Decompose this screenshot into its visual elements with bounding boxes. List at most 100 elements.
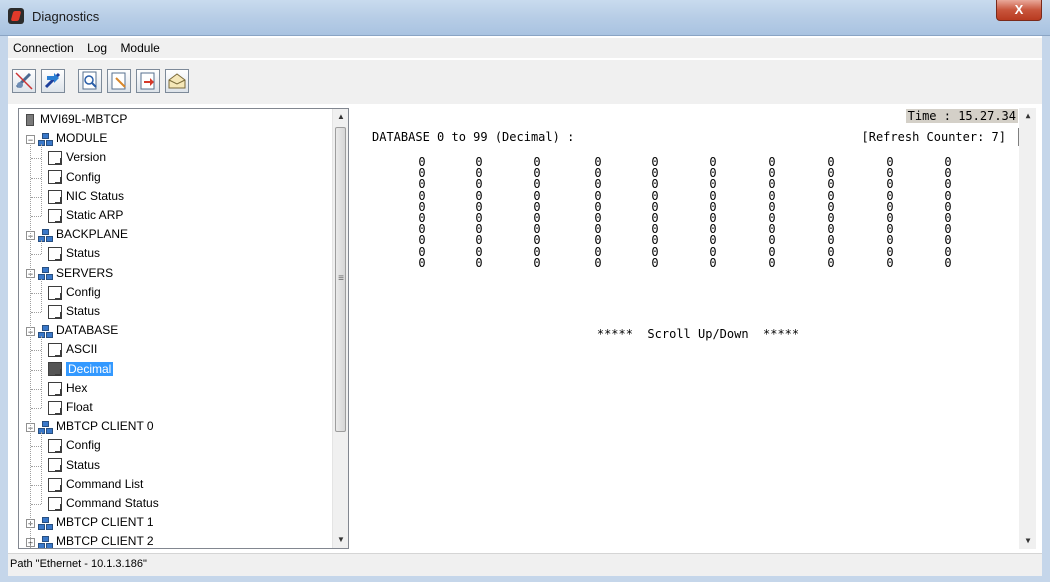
close-button[interactable]: X [996,0,1042,21]
document-icon [48,151,62,166]
document-icon [48,400,62,415]
tree-connector [31,408,41,409]
tree-item[interactable]: Version [31,148,107,167]
tree-item-label: Status [66,304,101,318]
tree-item[interactable]: Status [31,456,100,475]
title-bar[interactable]: Diagnostics X [0,0,1050,36]
find-button[interactable] [78,69,102,93]
document-icon [48,496,62,511]
print-button[interactable] [165,69,189,93]
tree-item-label: Hex [66,380,88,395]
tree-connector [31,369,41,371]
status-bar: Path "Ethernet - 10.1.3.186" [8,553,1042,576]
tree-item-label: Command Status [66,496,159,510]
app-icon [8,8,24,24]
time-display: Time : 15.27.34 [905,109,1018,123]
disconnect-icon [15,72,33,90]
tree-connector [31,158,41,160]
module-tree[interactable]: ▲ ≡ ▼ MVI69L-MBTCP − MODULE Version Config NI… [18,108,349,549]
tree-connector [41,144,42,216]
collapse-icon[interactable]: − [26,134,35,144]
main-scroll-down-icon[interactable]: ▼ [1020,533,1036,549]
menu-module[interactable]: Module [115,38,164,58]
tree-item[interactable]: − MBTCP CLIENT 0 [26,417,154,436]
print-icon [168,73,186,89]
tree-item-label: MBTCP CLIENT 0 [56,419,154,434]
database-cell: 0 [651,255,659,270]
tree-connector [31,388,41,390]
scroll-up-icon[interactable]: ▲ [333,109,348,125]
tree-item[interactable]: − MODULE [26,129,107,148]
network-node-icon [38,535,53,548]
database-cell: 0 [944,255,952,270]
network-node-icon [38,516,53,530]
tree-connector [30,143,31,548]
connect-button[interactable] [41,69,65,93]
save-log-icon [140,72,155,90]
disconnect-button[interactable] [12,69,36,93]
tree-connector [31,504,41,505]
document-icon [48,189,62,204]
tree-item[interactable]: Hex [31,379,88,398]
tree-connector [31,446,41,448]
tree-item[interactable]: + MBTCP CLIENT 2 [26,532,154,548]
tree-item[interactable]: Command List [31,475,144,494]
document-icon [48,381,62,396]
tree-item[interactable]: Static ARP [31,206,124,225]
tree-connector [31,484,41,486]
tree-connector [31,312,41,313]
document-icon [48,458,62,473]
database-title: DATABASE 0 to 99 (Decimal) : [372,130,575,144]
tree-item-label: MBTCP CLIENT 1 [56,515,154,530]
tree-item[interactable]: Status [31,244,101,263]
document-icon [48,247,62,262]
tree-item[interactable]: − SERVERS [26,264,113,283]
main-scrollbar[interactable]: ▲ ▼ [1019,108,1036,549]
tree-item-label: Decimal [66,361,114,376]
tree-connector [31,196,41,198]
new-log-button[interactable] [107,69,131,93]
connection-path: Path "Ethernet - 10.1.3.186" [10,558,147,570]
tree-connector [41,336,42,408]
tree-item[interactable]: Config [31,283,101,302]
tree-item[interactable]: + MBTCP CLIENT 1 [26,513,154,532]
tree-item[interactable]: Float [31,398,93,417]
tree-item-label: Static ARP [66,208,124,222]
tree-item-label: NIC Status [66,188,125,203]
tree-connector [31,350,41,352]
document-icon [48,343,62,358]
tree-item-label: Status [66,246,101,261]
tree-item[interactable]: NIC Status [31,187,125,206]
tree-item[interactable]: Status [31,302,101,321]
tree-connector [41,432,42,504]
tree-item-label: Command List [66,476,144,491]
tree-item-label: Config [66,438,101,453]
tree-item[interactable]: − DATABASE [26,321,118,340]
database-cell: 0 [886,255,894,270]
tree-scrollbar[interactable]: ▲ ≡ ▼ [332,109,348,548]
main-scroll-up-icon[interactable]: ▲ [1020,108,1036,124]
tree-item[interactable]: Config [31,436,101,455]
document-icon [48,208,62,223]
scroll-hint: ***** Scroll Up/Down ***** [596,327,800,341]
document-icon [48,170,62,185]
database-cell: 0 [827,255,835,270]
connect-icon [44,72,61,89]
database-view[interactable]: Time : 15.27.34 DATABASE 0 to 99 (Decima… [360,108,1036,549]
tree-item[interactable]: Decimal [31,360,114,379]
tree-item-label: Version [66,150,107,165]
tree-connector [31,465,41,467]
device-icon [26,113,34,126]
tree-item[interactable]: MVI69L-MBTCP [26,110,127,129]
tree-item[interactable]: Command Status [31,494,159,513]
scroll-down-icon[interactable]: ▼ [333,532,348,548]
document-icon [48,362,62,377]
tree-item-label: SERVERS [56,265,114,280]
tree-item[interactable]: Config [31,168,101,187]
document-icon [48,439,62,454]
menu-log[interactable]: Log [82,38,112,58]
save-log-button[interactable] [136,69,160,93]
menu-connection[interactable]: Connection [8,38,79,58]
tree-item[interactable]: ASCII [31,340,97,359]
window-title: Diagnostics [32,9,100,24]
